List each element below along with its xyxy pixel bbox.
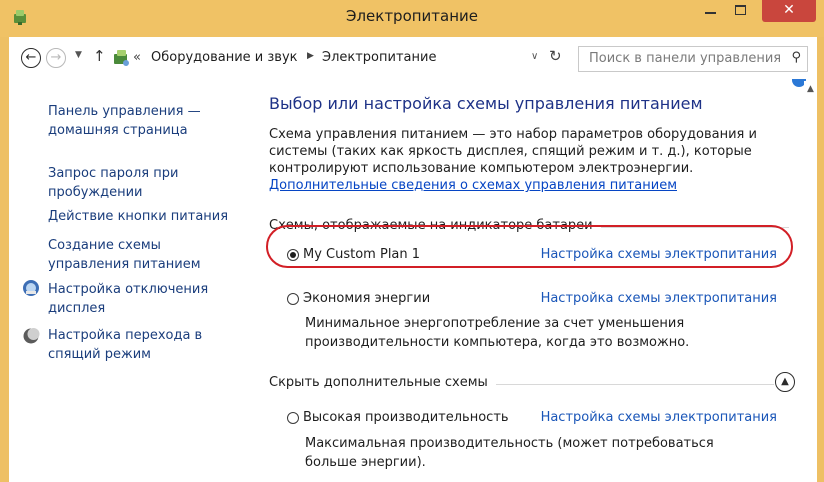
plan-radio-custom[interactable] <box>287 249 299 261</box>
plan-row-custom: My Custom Plan 1 Настройка схемы электро… <box>287 247 777 267</box>
sidebar-item-display-off[interactable]: Настройка отключения дисплея <box>48 280 238 318</box>
content-area: Панель управления — домашняя страница За… <box>9 79 817 482</box>
plan-name-high-performance[interactable]: Высокая производительность <box>303 410 509 425</box>
breadcrumb-separator-icon[interactable]: ▶ <box>307 51 314 61</box>
sidebar-item-wake-password[interactable]: Запрос пароля при пробуждении <box>48 164 238 202</box>
scroll-up-chevron-icon[interactable]: ▲ <box>804 84 817 94</box>
sidebar-item-sleep-settings[interactable]: Настройка перехода в спящий режим <box>48 326 238 364</box>
control-panel-icon <box>114 50 129 66</box>
address-bar: ← → ▼ ↑ « Оборудование и звук ▶ Электроп… <box>9 37 817 81</box>
display-icon <box>23 280 39 296</box>
plan-settings-link-custom[interactable]: Настройка схемы электропитания <box>541 247 777 262</box>
plan-name-custom[interactable]: My Custom Plan 1 <box>303 247 420 262</box>
plan-description-power-saver: Минимальное энергопотребление за счет ум… <box>305 316 690 350</box>
plan-settings-link-high-performance[interactable]: Настройка схемы электропитания <box>541 410 777 425</box>
plan-row-high-performance: Высокая производительность Настройка схе… <box>287 410 777 430</box>
plan-row-power-saver: Экономия энергии Настройка схемы электро… <box>287 291 777 311</box>
refresh-icon[interactable]: ↻ <box>549 47 562 65</box>
plan-radio-high-performance[interactable] <box>287 412 299 424</box>
more-info-link[interactable]: Дополнительные сведения о схемах управле… <box>269 178 677 193</box>
plan-name-power-saver[interactable]: Экономия энергии <box>303 291 430 306</box>
search-icon[interactable]: ⚲ <box>791 50 801 65</box>
moon-icon <box>23 328 40 344</box>
search-input[interactable]: Поиск в панели управления ⚲ <box>578 46 808 72</box>
title-bar[interactable]: Электропитание <box>0 0 824 37</box>
hidden-plans-heading[interactable]: Скрыть дополнительные схемы <box>269 375 496 390</box>
close-button[interactable] <box>762 0 816 22</box>
plan-settings-link-power-saver[interactable]: Настройка схемы электропитания <box>541 291 777 306</box>
sidebar-item-power-button-action[interactable]: Действие кнопки питания <box>48 207 238 226</box>
collapse-chevron-up-icon[interactable]: ▲ <box>775 372 795 392</box>
recent-locations-chevron-icon[interactable]: ▼ <box>75 50 82 60</box>
vertical-scrollbar[interactable]: ▲ <box>804 81 817 482</box>
minimize-button[interactable] <box>696 0 724 22</box>
forward-button[interactable]: → <box>46 48 66 68</box>
search-placeholder: Поиск в панели управления <box>589 51 782 66</box>
description-text: Схема управления питанием — это набор па… <box>269 127 757 176</box>
breadcrumb-overflow[interactable]: « <box>133 50 141 65</box>
back-button[interactable]: ← <box>21 48 41 68</box>
plan-radio-power-saver[interactable] <box>287 293 299 305</box>
maximize-button[interactable] <box>727 0 755 22</box>
address-dropdown-chevron-icon[interactable]: ∨ <box>531 51 538 62</box>
breadcrumb-hardware-and-sound[interactable]: Оборудование и звук <box>151 50 298 65</box>
page-description: Схема управления питанием — это набор па… <box>269 126 794 194</box>
window: Электропитание ← → ▼ ↑ « Оборудование и … <box>0 0 824 482</box>
hidden-plans-section: Скрыть дополнительные схемы <box>269 375 774 395</box>
page-title: Выбор или настройка схемы управления пит… <box>269 94 703 113</box>
sidebar-item-control-panel-home[interactable]: Панель управления — домашняя страница <box>48 102 238 140</box>
breadcrumb-power-options[interactable]: Электропитание <box>322 50 436 65</box>
up-arrow-icon[interactable]: ↑ <box>93 47 106 65</box>
sidebar-item-create-power-plan[interactable]: Создание схемы управления питанием <box>48 236 238 274</box>
plan-description-high-performance: Максимальная производительность (может п… <box>305 436 714 470</box>
